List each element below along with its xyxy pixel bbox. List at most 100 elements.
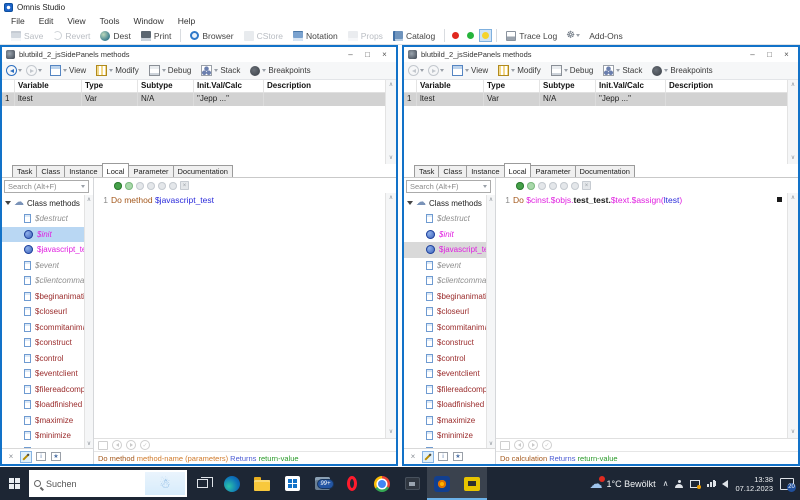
- edge-button[interactable]: [217, 467, 247, 500]
- code-scrollbar[interactable]: ∧ ∨: [385, 193, 396, 438]
- method-item[interactable]: $closeurl: [404, 304, 495, 320]
- method-item[interactable]: $beginanimation: [404, 289, 495, 305]
- file-explorer-button[interactable]: [247, 467, 277, 500]
- scroll-up-icon[interactable]: ∧: [386, 81, 396, 90]
- delete-method-button[interactable]: ×: [5, 451, 17, 463]
- tab[interactable]: Instance: [64, 165, 103, 177]
- toolbar-button[interactable]: Notation: [288, 28, 343, 43]
- window-toolbar-button[interactable]: Modify: [92, 64, 143, 78]
- nav-back-button[interactable]: [408, 65, 424, 76]
- clock[interactable]: 13:38 07.12.2023: [735, 475, 773, 493]
- maximize-button[interactable]: □: [762, 48, 777, 61]
- toolbar-button[interactable]: Print: [136, 28, 176, 43]
- code-toolbar-clear-button[interactable]: ×: [180, 181, 189, 190]
- mail-button[interactable]: 99+: [307, 467, 337, 500]
- tab[interactable]: Class: [36, 165, 66, 177]
- window-toolbar-button[interactable]: Debug: [145, 64, 196, 78]
- expander-icon[interactable]: [5, 201, 11, 205]
- menu-item[interactable]: Edit: [32, 16, 61, 26]
- code-editor[interactable]: 1 Do method $javascript_test ∧ ∨: [94, 193, 396, 438]
- code-line[interactable]: 1 Do $cinst.$objs.test_test.$text.$assig…: [496, 193, 798, 205]
- method-item[interactable]: $closeurl: [2, 304, 93, 320]
- tree-scrollbar[interactable]: ∧ ∨: [486, 195, 495, 450]
- method-item[interactable]: $loadfinished: [404, 397, 495, 413]
- method-item[interactable]: $filereadcomplete: [2, 382, 93, 398]
- table-scrollbar[interactable]: ∧ ∨: [385, 80, 396, 164]
- window-toolbar-button[interactable]: Breakpoints: [246, 64, 314, 78]
- select-icon[interactable]: [500, 440, 510, 450]
- tree-scrollbar[interactable]: ∧ ∨: [84, 195, 93, 450]
- menu-item[interactable]: Help: [171, 16, 202, 26]
- code-toolbar-button[interactable]: [560, 181, 568, 190]
- code-toolbar-button[interactable]: [549, 181, 557, 190]
- tab[interactable]: Task: [12, 165, 38, 177]
- code-toolbar-button[interactable]: [147, 181, 155, 190]
- method-item[interactable]: $clientcommand: [2, 273, 93, 289]
- method-item[interactable]: $beginanimation: [2, 289, 93, 305]
- column-header[interactable]: Type: [484, 80, 540, 92]
- method-item[interactable]: $javascript_test: [404, 242, 495, 258]
- start-button[interactable]: [0, 467, 29, 500]
- column-header[interactable]: Init.Val/Calc: [194, 80, 264, 92]
- table-scrollbar[interactable]: ∧ ∨: [787, 80, 798, 164]
- method-item[interactable]: $construct: [2, 335, 93, 351]
- column-header[interactable]: Type: [82, 80, 138, 92]
- method-item[interactable]: $commitanimation: [2, 320, 93, 336]
- window-toolbar-button[interactable]: View: [448, 64, 492, 78]
- column-header[interactable]: Description: [264, 80, 396, 92]
- traffic-light-button[interactable]: [449, 29, 462, 42]
- traffic-light-button[interactable]: [464, 29, 477, 42]
- window-toolbar-button[interactable]: View: [46, 64, 90, 78]
- back-circle-icon[interactable]: [514, 440, 524, 450]
- method-item[interactable]: $eventclient: [404, 366, 495, 382]
- code-toolbar-button[interactable]: [169, 181, 177, 190]
- method-item[interactable]: $init: [2, 226, 93, 242]
- column-header[interactable]: Subtype: [138, 80, 194, 92]
- code-toolbar-clear-button[interactable]: ×: [582, 181, 591, 190]
- toolbar-button[interactable]: Revert: [48, 28, 95, 43]
- ok-circle-icon[interactable]: ✓: [542, 440, 552, 450]
- close-button[interactable]: ×: [377, 48, 392, 61]
- weather-widget[interactable]: ☁ 1°C Bewölkt: [589, 476, 656, 490]
- tree-root-class-methods[interactable]: ☁ Class methods: [404, 195, 495, 211]
- scroll-up-icon[interactable]: ∧: [788, 81, 798, 90]
- back-circle-icon[interactable]: [112, 440, 122, 450]
- method-search-combo[interactable]: Search (Alt+F): [406, 180, 491, 193]
- method-item[interactable]: $event: [2, 258, 93, 274]
- toolbar-button[interactable]: Catalog: [388, 28, 440, 43]
- menu-item[interactable]: View: [60, 16, 92, 26]
- traffic-light-button[interactable]: [479, 29, 493, 42]
- method-item[interactable]: $event: [404, 258, 495, 274]
- variable-row[interactable]: 1 ltest Var N/A "Jepp ...": [2, 93, 396, 106]
- tab[interactable]: Task: [414, 165, 440, 177]
- person-tray-icon[interactable]: [675, 479, 684, 488]
- window-toolbar-button[interactable]: Stack: [197, 64, 244, 78]
- method-item[interactable]: $control: [2, 351, 93, 367]
- menu-item[interactable]: File: [4, 16, 32, 26]
- method-item[interactable]: $destruct: [404, 211, 495, 227]
- info-panel-button[interactable]: i: [35, 451, 47, 463]
- toolbar-button[interactable]: Dest: [95, 28, 135, 43]
- method-item[interactable]: $maximize: [2, 413, 93, 429]
- code-line[interactable]: 1 Do method $javascript_test: [94, 193, 396, 205]
- select-icon[interactable]: [98, 440, 108, 450]
- nav-back-button[interactable]: [6, 65, 22, 76]
- task-view-button[interactable]: [187, 467, 217, 500]
- display-tray-icon[interactable]: [690, 479, 702, 489]
- scroll-up-icon[interactable]: ∧: [386, 194, 396, 203]
- toolbar-button[interactable]: CStore: [239, 28, 288, 43]
- nav-forward-button[interactable]: [26, 65, 42, 76]
- store-button[interactable]: [277, 467, 307, 500]
- code-toolbar-button[interactable]: [158, 181, 166, 190]
- volume-icon[interactable]: [713, 479, 729, 488]
- scroll-down-icon[interactable]: ∨: [386, 154, 396, 163]
- method-item[interactable]: $loadfinished: [2, 397, 93, 413]
- tab[interactable]: Local: [101, 163, 130, 177]
- column-header[interactable]: Subtype: [540, 80, 596, 92]
- scroll-down-icon[interactable]: ∨: [788, 428, 798, 437]
- code-editor[interactable]: 1 Do $cinst.$objs.test_test.$text.$assig…: [496, 193, 798, 438]
- scroll-down-icon[interactable]: ∨: [386, 428, 396, 437]
- forward-circle-icon[interactable]: [126, 440, 136, 450]
- tree-root-class-methods[interactable]: ☁ Class methods: [2, 195, 93, 211]
- window-toolbar-button[interactable]: Breakpoints: [648, 64, 716, 78]
